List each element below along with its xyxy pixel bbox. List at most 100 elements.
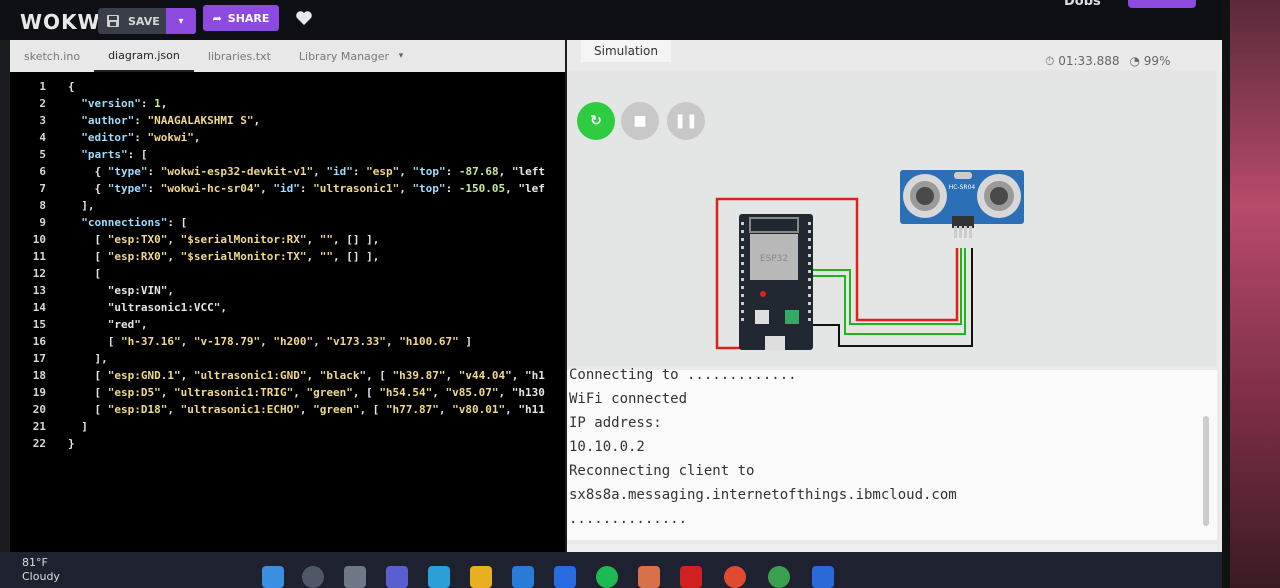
code-line[interactable]: 8 ], [10, 197, 565, 214]
line-number: 12 [32, 267, 46, 280]
code-text: [ "esp:D18", "ultrasonic1:ECHO", "green"… [68, 403, 545, 416]
chrome-icon[interactable] [724, 566, 746, 588]
code-line[interactable]: 17 ], [10, 350, 565, 367]
line-number: 2 [39, 97, 46, 110]
wire-d5-trig [812, 248, 962, 325]
mail-icon[interactable] [512, 566, 534, 588]
sim-status: ⏱ 01:33.888 ◔ 99% [1045, 54, 1170, 69]
code-line[interactable]: 14 "ultrasonic1:VCC", [10, 299, 565, 316]
code-line[interactable]: 12 [ [10, 265, 565, 282]
code-line[interactable]: 16 [ "h-37.16", "v-178.79", "h200", "v17… [10, 333, 565, 350]
simulation-canvas[interactable]: ↻ ■ ❚❚ ESP32 HC-SR04 [567, 70, 1217, 366]
wokwi-logo[interactable]: WOKWI [20, 10, 109, 34]
tab-library-manager[interactable]: Library Manager ▾ [285, 40, 417, 72]
line-number: 11 [32, 250, 46, 263]
speed-value: 99% [1143, 54, 1171, 68]
line-number: 13 [32, 284, 46, 297]
serial-line: Reconnecting client to [569, 463, 755, 479]
esp32-chip-label: ESP32 [760, 254, 788, 264]
serial-line: IP address: [569, 415, 662, 431]
app-icon-red[interactable] [680, 566, 702, 588]
tab-library-manager-label: Library Manager [298, 49, 390, 63]
serial-scrollbar[interactable] [1203, 416, 1209, 526]
code-line[interactable]: 15 "red", [10, 316, 565, 333]
serial-monitor[interactable]: Connecting to ............. WiFi connecte… [567, 367, 1217, 540]
tab-sketch[interactable]: sketch.ino [10, 40, 94, 72]
code-line[interactable]: 20 [ "esp:D18", "ultrasonic1:ECHO", "gre… [10, 401, 565, 418]
tab-diagram[interactable]: diagram.json [94, 40, 194, 72]
ultrasonic-sensor: HC-SR04 [900, 170, 1024, 238]
code-line[interactable]: 10 [ "esp:TX0", "$serialMonitor:RX", "",… [10, 231, 565, 248]
code-text: [ "esp:TX0", "$serialMonitor:RX", "", []… [68, 233, 380, 246]
code-text: "ultrasonic1:VCC", [68, 301, 227, 314]
circuit-diagram: ESP32 HC-SR04 [715, 170, 1024, 350]
save-label: SAVE [128, 14, 160, 28]
account-button[interactable] [1128, 0, 1196, 8]
os-taskbar: 81°F Cloudy [0, 552, 1222, 588]
serial-line: WiFi connected [569, 391, 688, 407]
explorer-icon[interactable] [470, 566, 492, 588]
tab-libraries[interactable]: libraries.txt [194, 40, 285, 72]
code-line[interactable]: 18 [ "esp:GND.1", "ultrasonic1:GND", "bl… [10, 367, 565, 384]
windows-start-icon[interactable] [262, 566, 284, 588]
code-line[interactable]: 5 "parts": [ [10, 146, 565, 163]
code-line[interactable]: 3 "author": "NAAGALAKSHMI S", [10, 112, 565, 129]
code-line[interactable]: 22} [10, 435, 565, 452]
tab-simulation[interactable]: Simulation [581, 40, 671, 62]
save-icon [107, 15, 119, 27]
code-line[interactable]: 4 "editor": "wokwi", [10, 129, 565, 146]
heart-icon[interactable] [294, 8, 314, 28]
app-icon-blue[interactable] [812, 566, 834, 588]
code-line[interactable]: 1{ [10, 78, 565, 95]
share-button[interactable]: ➦ SHARE [203, 5, 279, 31]
code-text: "author": "NAAGALAKSHMI S", [81, 114, 261, 127]
code-text: "red", [68, 318, 148, 331]
app-icon[interactable] [638, 566, 660, 588]
line-number: 4 [39, 131, 46, 144]
search-icon[interactable] [302, 566, 324, 588]
code-line[interactable]: 9 "connections": [ [10, 214, 565, 231]
teams-icon[interactable] [386, 566, 408, 588]
monitor-bezel [1222, 0, 1230, 588]
code-text: "connections": [ [81, 216, 188, 229]
code-text: "editor": "wokwi", [81, 131, 201, 144]
line-number: 17 [32, 352, 46, 365]
code-text: [ "esp:RX0", "$serialMonitor:TX", "", []… [68, 250, 380, 263]
code-line[interactable]: 2 "version": 1, [10, 95, 565, 112]
line-number: 5 [39, 148, 46, 161]
top-bar: WOKWI SAVE ▾ ➦ SHARE Dobs [0, 0, 1222, 40]
timer-value: 01:33.888 [1058, 54, 1120, 68]
spotify-icon[interactable] [596, 566, 618, 588]
line-number: 20 [32, 403, 46, 416]
code-area[interactable]: 1{2 "version": 1, 3 "author": "NAAGALAKSH… [10, 78, 565, 548]
line-number: 8 [39, 199, 46, 212]
code-editor[interactable]: sketch.ino diagram.json libraries.txt Li… [10, 40, 565, 588]
speed-display: ◔ 99% [1129, 54, 1171, 68]
task-view-icon[interactable] [344, 566, 366, 588]
save-button[interactable]: SAVE ▾ [98, 8, 196, 34]
code-line[interactable]: 13 "esp:VIN", [10, 282, 565, 299]
wire-gnd [812, 248, 973, 347]
weather-widget[interactable]: 81°F Cloudy [22, 556, 60, 584]
edge-icon[interactable] [428, 566, 450, 588]
code-text: { "type": "wokwi-esp32-devkit-v1", "id":… [68, 165, 545, 178]
code-line[interactable]: 19 [ "esp:D5", "ultrasonic1:TRIG", "gree… [10, 384, 565, 401]
line-number: 9 [39, 216, 46, 229]
code-text: ] [68, 420, 88, 433]
code-text: ], [68, 352, 108, 365]
simulation-pane: Simulation ⏱ 01:33.888 ◔ 99% ↻ ■ ❚❚ ESP3… [567, 40, 1222, 588]
store-icon[interactable] [554, 566, 576, 588]
line-number: 19 [32, 386, 46, 399]
code-text: { "type": "wokwi-hc-sr04", "id": "ultras… [68, 182, 545, 195]
share-icon: ➦ [212, 11, 222, 25]
whatsapp-icon[interactable] [768, 566, 790, 588]
line-number: 15 [32, 318, 46, 331]
weather-temp: 81°F [22, 556, 48, 569]
save-dropdown-button[interactable]: ▾ [166, 8, 196, 34]
user-name[interactable]: Dobs [1064, 0, 1101, 9]
code-line[interactable]: 7 { "type": "wokwi-hc-sr04", "id": "ultr… [10, 180, 565, 197]
code-line[interactable]: 6 { "type": "wokwi-esp32-devkit-v1", "id… [10, 163, 565, 180]
share-label: SHARE [227, 11, 270, 25]
code-line[interactable]: 21 ] [10, 418, 565, 435]
code-line[interactable]: 11 [ "esp:RX0", "$serialMonitor:TX", "",… [10, 248, 565, 265]
